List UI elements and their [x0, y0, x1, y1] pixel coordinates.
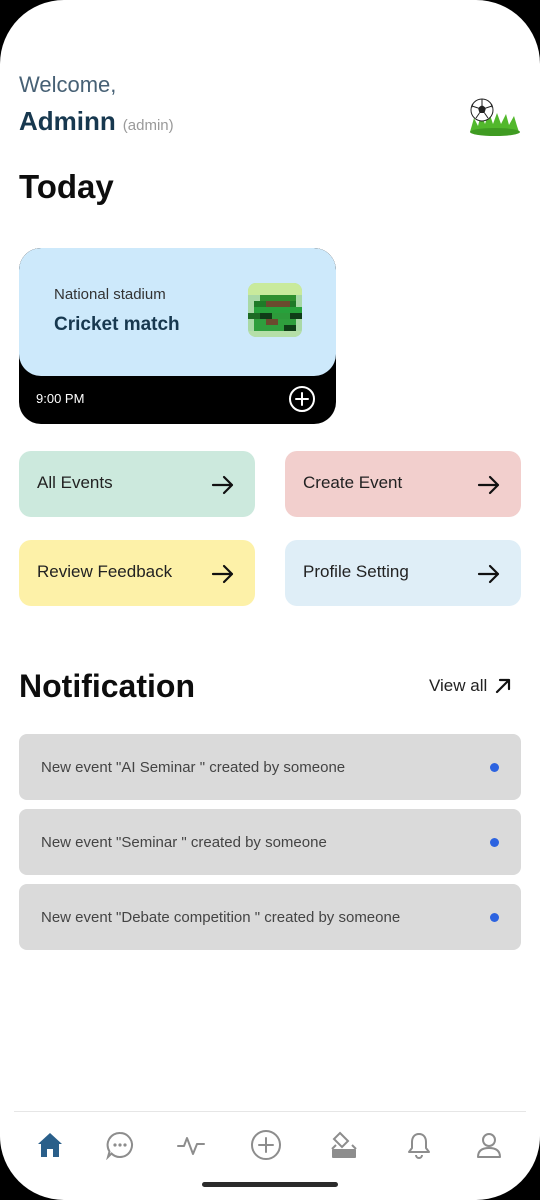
user-name-row: Adminn (admin)	[19, 106, 174, 137]
profile-icon[interactable]	[471, 1127, 507, 1163]
notification-heading: Notification	[19, 668, 195, 704]
notification-item[interactable]: New event "Debate competition " created …	[19, 884, 521, 950]
user-role: (admin)	[122, 117, 174, 134]
bell-icon[interactable]	[401, 1127, 437, 1163]
all-events-label: All Events	[37, 473, 113, 492]
create-event-button[interactable]: Create Event	[285, 451, 521, 517]
today-event-card[interactable]: National stadium Cricket match 9:00 PM	[19, 248, 336, 424]
view-all-label: View all	[429, 676, 488, 695]
unread-dot	[490, 913, 499, 922]
unread-dot	[490, 838, 499, 847]
unread-dot	[490, 763, 499, 772]
arrow-up-right-icon	[496, 678, 511, 694]
create-event-label: Create Event	[303, 473, 403, 492]
review-feedback-button[interactable]: Review Feedback	[19, 540, 255, 606]
view-all-link[interactable]: View all	[429, 676, 513, 696]
soccer-ball-icon[interactable]	[468, 96, 520, 136]
arrow-right-icon	[477, 564, 500, 584]
activity-icon[interactable]	[173, 1127, 209, 1163]
arrow-right-icon	[477, 475, 500, 495]
event-venue: National stadium	[54, 286, 166, 303]
event-thumbnail-icon	[248, 283, 302, 337]
event-time: 9:00 PM	[36, 391, 85, 406]
event-card-body: National stadium Cricket match	[19, 248, 336, 376]
review-feedback-label: Review Feedback	[37, 562, 173, 581]
all-events-button[interactable]: All Events	[19, 451, 255, 517]
arrow-right-icon	[211, 475, 234, 495]
user-name: Adminn	[19, 106, 116, 136]
bottom-nav-divider	[14, 1111, 526, 1112]
home-icon[interactable]	[32, 1127, 68, 1163]
notification-text: New event "Seminar " created by someone	[41, 834, 327, 851]
chat-icon[interactable]	[102, 1127, 138, 1163]
profile-setting-label: Profile Setting	[303, 562, 409, 581]
plus-circle-icon[interactable]	[288, 385, 316, 413]
arrow-right-icon	[211, 564, 234, 584]
home-indicator[interactable]	[202, 1182, 338, 1187]
notification-text: New event "Debate competition " created …	[41, 909, 401, 926]
event-title: Cricket match	[54, 314, 180, 335]
notification-item[interactable]: New event "AI Seminar " created by someo…	[19, 734, 521, 800]
profile-setting-button[interactable]: Profile Setting	[285, 540, 521, 606]
screen: Welcome, Adminn (admin) Today National s…	[0, 0, 540, 1200]
vote-icon[interactable]	[326, 1127, 362, 1163]
welcome-text: Welcome,	[19, 72, 117, 97]
notification-text: New event "AI Seminar " created by someo…	[41, 759, 346, 776]
today-heading: Today	[19, 168, 114, 205]
notification-item[interactable]: New event "Seminar " created by someone	[19, 809, 521, 875]
add-icon[interactable]	[248, 1127, 284, 1163]
